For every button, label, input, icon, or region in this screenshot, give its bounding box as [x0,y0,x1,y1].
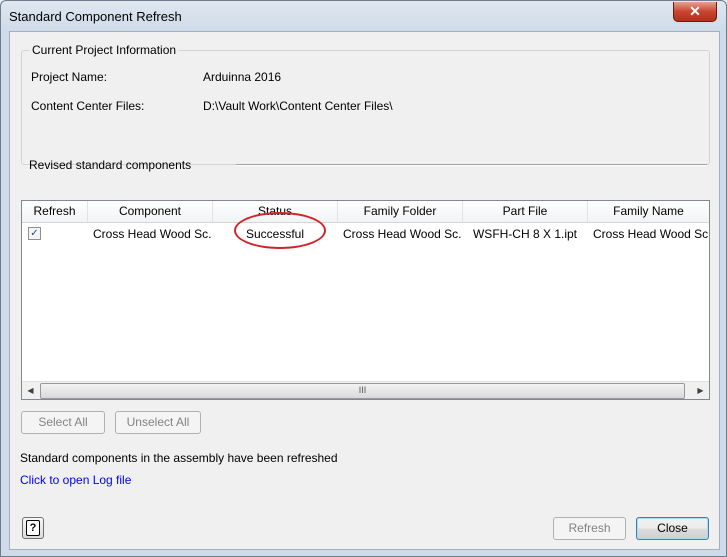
project-info-group-title: Current Project Information [29,43,180,57]
refresh-status-message: Standard components in the assembly have… [20,451,338,465]
unselect-all-button[interactable]: Unselect All [115,411,201,434]
project-info-group: Current Project Information Project Name… [21,43,710,165]
refresh-button[interactable]: Refresh [553,517,626,540]
column-header-status[interactable]: Status [213,201,338,222]
scroll-left-icon[interactable]: ◀ [22,382,39,399]
help-icon: ? [26,520,40,536]
column-header-family-folder[interactable]: Family Folder [338,201,463,222]
table-header: Refresh Component Status Family Folder P… [22,201,709,223]
select-all-button[interactable]: Select All [21,411,105,434]
content-center-label: Content Center Files: [31,99,145,113]
window-close-button[interactable]: ✕ [673,2,717,22]
cell-family-folder: Cross Head Wood Sc... [343,227,461,241]
scroll-grip-icon: III [358,385,367,395]
project-name-value: Arduinna 2016 [203,70,282,84]
content-center-value: D:\Vault Work\Content Center Files\ [203,99,393,113]
refresh-checkbox[interactable]: ✓ [28,227,41,240]
cell-part-file: WSFH-CH 8 X 1.ipt [472,227,577,241]
window-title: Standard Component Refresh [9,9,182,24]
components-table[interactable]: Refresh Component Status Family Folder P… [21,200,710,400]
column-header-refresh[interactable]: Refresh [22,201,88,222]
revised-components-label: Revised standard components [29,158,192,172]
dialog-client-area: Current Project Information Project Name… [9,31,720,550]
horizontal-scrollbar[interactable]: ◀ III ▶ [22,381,709,399]
scroll-right-icon[interactable]: ▶ [692,382,709,399]
dialog-window: Standard Component Refresh ✕ Current Pro… [0,0,727,557]
column-header-family-name[interactable]: Family Name [588,201,709,222]
scroll-thumb[interactable]: III [40,383,685,399]
project-name-label: Project Name: [31,70,108,84]
cell-component: Cross Head Wood Sc... [93,227,211,241]
column-header-component[interactable]: Component [88,201,213,222]
open-log-link[interactable]: Click to open Log file [20,473,131,487]
cell-family-name: Cross Head Wood Sc... [593,227,708,241]
cell-status: Successful [245,227,305,241]
table-row[interactable]: ✓ Cross Head Wood Sc... Successful Cross… [22,212,709,249]
title-bar[interactable]: Standard Component Refresh ✕ [1,1,726,31]
section-separator [236,164,707,166]
help-button[interactable]: ? [22,517,44,539]
close-button[interactable]: Close [636,517,709,540]
column-header-part-file[interactable]: Part File [463,201,588,222]
